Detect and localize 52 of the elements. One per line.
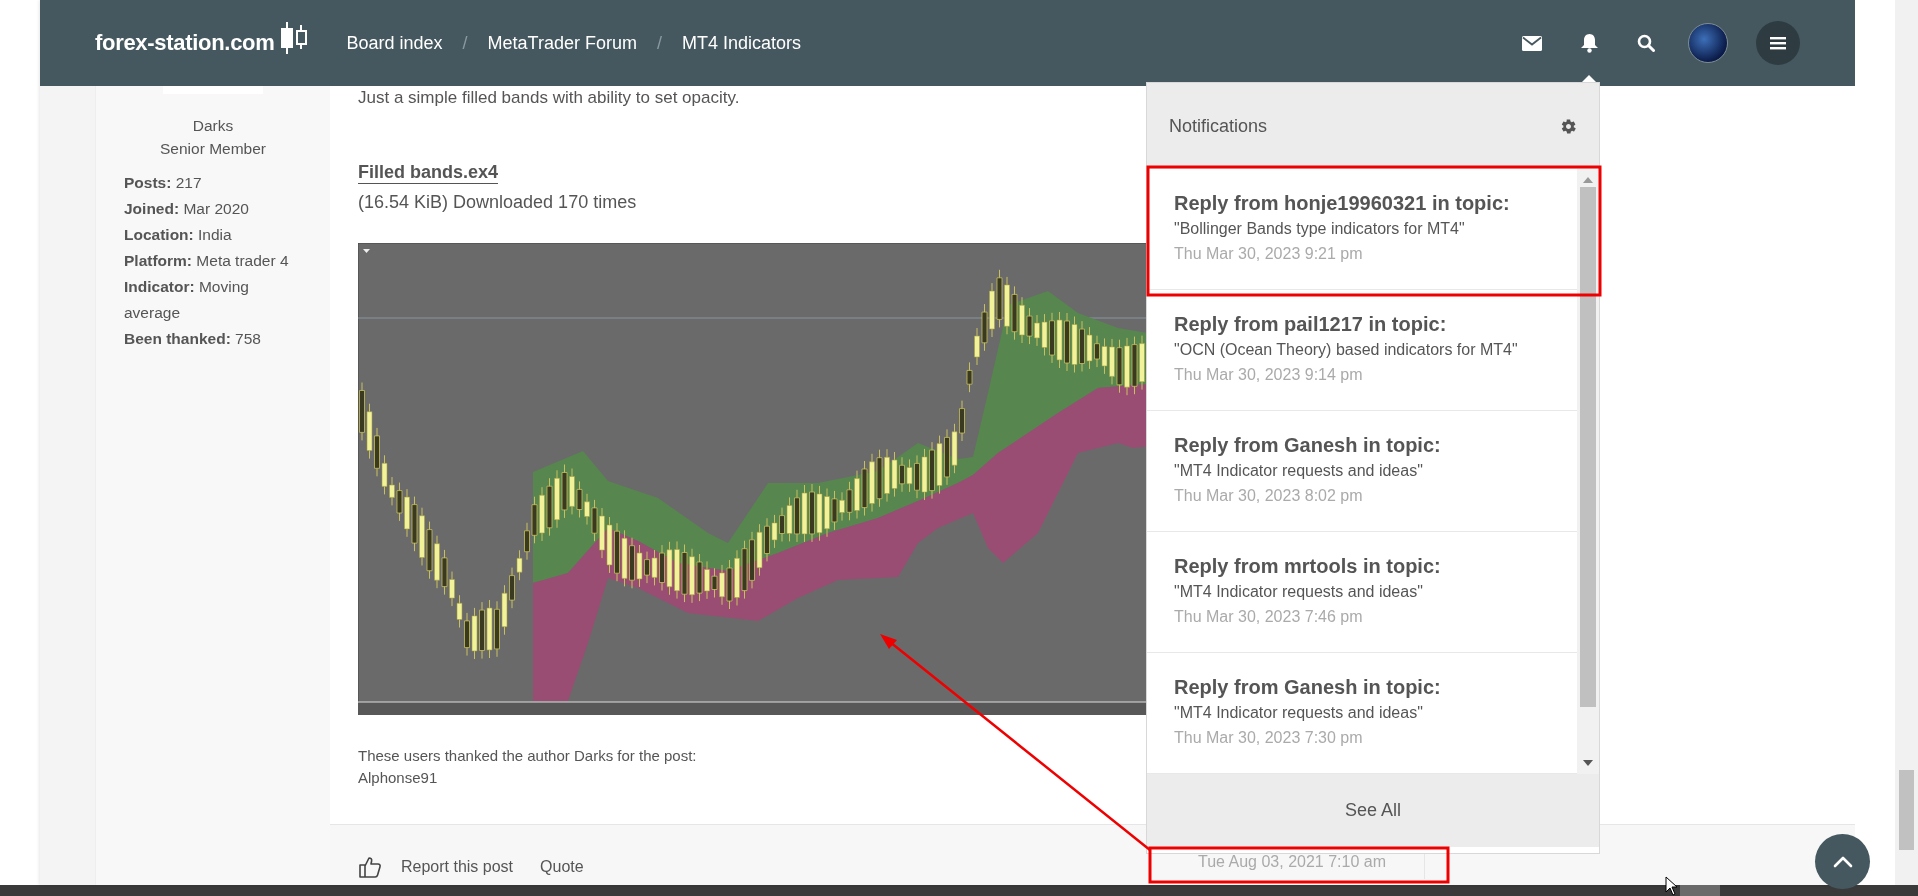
notification-title: Reply from pail1217 in topic:: [1174, 312, 1448, 337]
profile-field: Platform: Meta trader 4: [124, 248, 292, 274]
scrollbar[interactable]: [1577, 169, 1599, 774]
breadcrumb-separator: /: [462, 32, 468, 54]
notification-topic: "Bollinger Bands type indicators for MT4": [1174, 219, 1466, 239]
see-all-button[interactable]: See All: [1147, 774, 1599, 847]
notification-topic: "MT4 Indicator requests and ideas": [1174, 461, 1424, 481]
thumbs-up-icon[interactable]: [358, 855, 382, 879]
notification-title: Reply from Ganesh in topic:: [1174, 433, 1442, 458]
notification-time: Thu Mar 30, 2023 7:46 pm: [1174, 607, 1364, 627]
notification-title: Reply from Ganesh in topic:: [1174, 675, 1442, 700]
username[interactable]: Darks: [96, 114, 330, 137]
notification-title: Reply from mrtools in topic:: [1174, 554, 1442, 579]
candlestick-logo-icon: [279, 21, 310, 55]
menu-icon: [1770, 36, 1786, 50]
notification-title: Reply from honje19960321 in topic:: [1174, 191, 1511, 216]
breadcrumb-link[interactable]: Board index: [346, 32, 443, 54]
post-action-link[interactable]: Quote: [540, 858, 584, 876]
search-icon[interactable]: [1637, 34, 1655, 52]
thanks-text: These users thanked the author Darks for the post:: [358, 746, 697, 766]
scroll-down-icon[interactable]: [1583, 760, 1593, 766]
breadcrumb-link[interactable]: MT4 Indicators: [681, 32, 801, 54]
user-rank: Senior Member: [159, 139, 267, 159]
notification-topic: "MT4 Indicator requests and ideas": [1174, 582, 1424, 602]
notification-time: Thu Mar 30, 2023 9:14 pm: [1174, 365, 1364, 385]
profile-field: Posts: 217: [124, 170, 292, 196]
breadcrumb-link[interactable]: MetaTrader Forum: [487, 32, 637, 54]
attachment-info: (16.54 KiB) Downloaded 170 times: [358, 192, 637, 213]
post-action-link[interactable]: Report this post: [401, 858, 514, 876]
settings-icon[interactable]: [1560, 117, 1577, 135]
menu-button[interactable]: [1756, 21, 1800, 65]
scrollbar[interactable]: [1895, 0, 1918, 885]
breadcrumb-separator: /: [656, 32, 662, 54]
profile-field: Been thanked: 758: [124, 326, 292, 352]
user-link[interactable]: Alphonse91: [358, 767, 438, 789]
profile-field: Location: India: [124, 222, 292, 248]
profile-field: Indicator: Moving average: [124, 274, 292, 326]
notification-time: Thu Mar 30, 2023 9:21 pm: [1174, 244, 1364, 264]
panel-title: Notifications: [1169, 115, 1268, 137]
site-logo[interactable]: forex-station.com: [95, 30, 275, 56]
avatar[interactable]: [1688, 23, 1728, 63]
bell-icon[interactable]: [1580, 33, 1599, 53]
notification-time: Thu Mar 30, 2023 7:30 pm: [1174, 728, 1364, 748]
notification-topic: "MT4 Indicator requests and ideas": [1174, 703, 1424, 723]
envelope-icon[interactable]: [1522, 35, 1542, 51]
notification-time: Thu Mar 30, 2023 8:02 pm: [1174, 486, 1364, 506]
scrollbar[interactable]: [0, 885, 1918, 896]
profile-field: Joined: Mar 2020: [124, 196, 292, 222]
post-text: Just a simple filled bands with ability to set opacity.: [358, 88, 740, 108]
notification-topic: "OCN (Ocean Theory) based indicators for MT4": [1174, 340, 1519, 360]
attachment-link[interactable]: Filled bands.ex4: [358, 161, 499, 184]
chevron-up-icon: [1832, 855, 1853, 868]
